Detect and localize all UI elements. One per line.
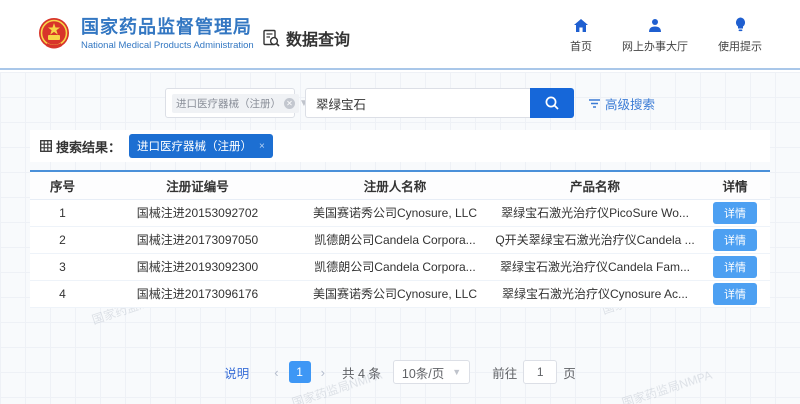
grid-icon [40,140,52,152]
national-emblem-icon [36,16,72,52]
cell-no: 1 [30,199,95,226]
table-header-row: 序号 注册证编号 注册人名称 产品名称 详情 [30,171,770,199]
home-icon [573,15,589,33]
nav-item-tips-label: 使用提示 [718,38,762,54]
filter-tag-close-icon[interactable]: × [259,141,265,152]
note-link[interactable]: 说明 [224,363,249,382]
cell-cert: 国械注进20173096176 [95,280,300,307]
search-button[interactable] [530,88,574,118]
total-count: 共 4 条 [342,363,381,382]
cell-product: 翠绿宝石激光治疗仪Cynosure Ac... [490,280,700,307]
nav-item-tips[interactable]: 使用提示 [718,15,762,54]
brand[interactable]: 国家药品监督管理局 National Medical Products Admi… [36,16,254,52]
content-area: 国家药监局NMPA 国家药监局NMPA 国家药监局NMPA 国家药监局NMPA … [0,72,800,404]
table-row: 2 国械注进20173097050 凯德朗公司Candela Corpora..… [30,226,770,253]
cell-detail: 详情 [700,280,770,307]
nav-item-home-label: 首页 [570,38,592,54]
results-table: 序号 注册证编号 注册人名称 产品名称 详情 1 国械注进20153092702… [30,170,770,308]
detail-button[interactable]: 详情 [713,283,757,305]
cell-cert: 国械注进20193092300 [95,253,300,280]
cell-product: 翠绿宝石激光治疗仪PicoSure Wo... [490,199,700,226]
cell-detail: 详情 [700,253,770,280]
detail-button[interactable]: 详情 [713,202,757,224]
col-header-detail: 详情 [700,171,770,199]
site-title-en: National Medical Products Administration [81,40,254,51]
cell-detail: 详情 [700,226,770,253]
col-header-registrant: 注册人名称 [300,171,490,199]
category-tag-close-icon[interactable]: ✕ [284,98,295,109]
cell-registrant: 美国赛诺秀公司Cynosure, LLC [300,199,490,226]
page-size-select[interactable]: 10条/页 ▼ [393,360,470,384]
search-icon [544,95,560,111]
results-filter-tag[interactable]: 进口医疗器械（注册） × [129,134,273,158]
goto-prefix: 前往 [492,363,517,382]
goto-page: 前往 页 [492,360,576,384]
page-size-value: 10条/页 [402,363,444,382]
table-row: 1 国械注进20153092702 美国赛诺秀公司Cynosure, LLC 翠… [30,199,770,226]
chevron-down-icon: ▼ [452,367,461,377]
site-title-cn: 国家药品监督管理局 [81,17,254,38]
advanced-search-label: 高级搜索 [605,94,655,113]
cell-registrant: 美国赛诺秀公司Cynosure, LLC [300,280,490,307]
cell-product: 翠绿宝石激光治疗仪Candela Fam... [490,253,700,280]
category-select[interactable]: 进口医疗器械（注册） ✕ ▼ [165,88,295,118]
keyword-group [305,88,574,118]
detail-button[interactable]: 详情 [713,256,757,278]
table-row: 3 国械注进20193092300 凯德朗公司Candela Corpora..… [30,253,770,280]
advanced-search-link[interactable]: 高级搜索 [588,94,655,113]
col-header-product: 产品名称 [490,171,700,199]
col-header-no: 序号 [30,171,95,199]
results-strip: 搜索结果： 进口医疗器械（注册） × [30,130,770,162]
table-row: 4 国械注进20173096176 美国赛诺秀公司Cynosure, LLC 翠… [30,280,770,307]
app-title-label: 数据查询 [286,26,350,50]
search-bar: 进口医疗器械（注册） ✕ ▼ 高级搜索 [165,88,655,118]
cell-product: Q开关翠绿宝石激光治疗仪Candela ... [490,226,700,253]
pagination: 说明 ‹ 1 › 共 4 条 10条/页 ▼ 前往 页 [30,360,770,384]
app-title: 数据查询 [262,26,350,50]
page-number-active[interactable]: 1 [289,361,311,383]
cell-registrant: 凯德朗公司Candela Corpora... [300,226,490,253]
nav-item-service-hall[interactable]: 网上办事大厅 [622,15,688,54]
lightbulb-icon [734,15,747,33]
cell-detail: 详情 [700,199,770,226]
cell-no: 2 [30,226,95,253]
prev-page-icon[interactable]: ‹ [267,365,285,380]
cell-no: 4 [30,280,95,307]
col-header-cert: 注册证编号 [95,171,300,199]
top-nav: 首页 网上办事大厅 使用提示 [570,15,762,54]
brand-text: 国家药品监督管理局 National Medical Products Admi… [81,17,254,51]
data-query-icon [262,29,281,48]
header: 国家药品监督管理局 National Medical Products Admi… [0,0,800,70]
nav-item-home[interactable]: 首页 [570,15,592,54]
user-icon [647,15,663,33]
page-root: 国家药品监督管理局 National Medical Products Admi… [0,0,800,404]
search-input[interactable] [305,88,530,118]
goto-page-input[interactable] [523,360,557,384]
next-page-icon[interactable]: › [314,365,332,380]
nav-item-service-hall-label: 网上办事大厅 [622,38,688,54]
results-label: 搜索结果： [56,137,121,156]
results-label-wrap: 搜索结果： [40,137,121,156]
results-filter-tag-label: 进口医疗器械（注册） [137,138,252,154]
detail-button[interactable]: 详情 [713,229,757,251]
cell-no: 3 [30,253,95,280]
cell-cert: 国械注进20153092702 [95,199,300,226]
filter-icon [588,98,601,109]
cell-cert: 国械注进20173097050 [95,226,300,253]
category-tag-label: 进口医疗器械（注册） [176,96,281,111]
goto-suffix: 页 [563,363,576,382]
category-tag: 进口医疗器械（注册） ✕ [172,94,299,113]
cell-registrant: 凯德朗公司Candela Corpora... [300,253,490,280]
